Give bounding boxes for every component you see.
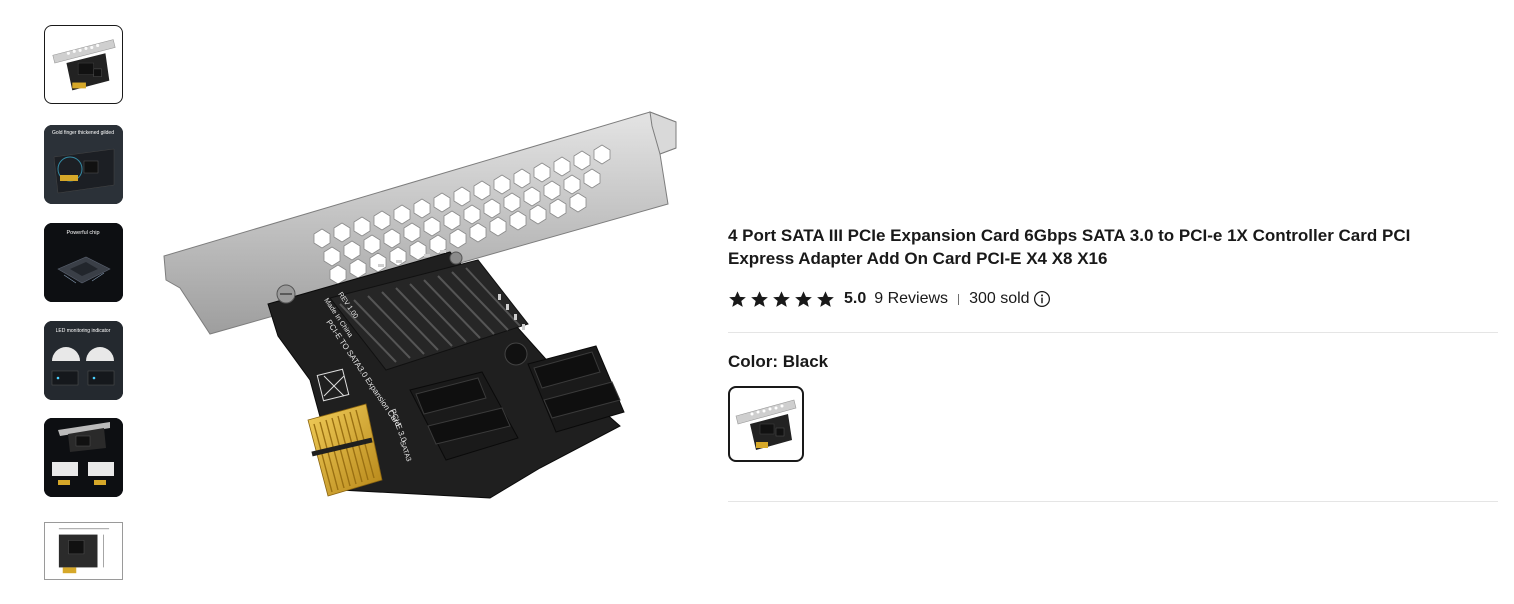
divider [728, 501, 1498, 502]
rating-row: 5.0 9 Reviews 300 sold [728, 288, 1051, 310]
color-swatch-black[interactable] [728, 386, 804, 462]
dimension-diagram-thumbnail-icon [45, 523, 122, 579]
star-icon [729, 290, 746, 307]
color-label: Color: Black [728, 352, 829, 371]
star-rating [728, 290, 835, 309]
separator [958, 293, 960, 305]
chip-thumbnail-icon: Powerful chip [44, 223, 123, 302]
led-indicator-thumbnail-icon: LED monitoring indicator [44, 321, 123, 400]
thumbnail-caption: Gold finger thickened gilded [52, 130, 114, 136]
sata-pcie-card-photo-icon: REV 1.00 Made In China PCI-E TO SATA3.0 … [163, 111, 677, 499]
product-title: 4 Port SATA III PCIe Expansion Card 6Gbp… [728, 226, 1411, 268]
reviews-link[interactable]: 9 Reviews [874, 290, 948, 308]
star-icon [795, 290, 812, 307]
star-icon [817, 290, 834, 307]
thumbnail-4[interactable]: LED monitoring indicator [44, 321, 123, 400]
thumbnail-1[interactable] [44, 25, 123, 104]
thumbnail-2[interactable]: Gold finger thickened gilded [44, 125, 123, 204]
black-variant-thumbnail-icon [735, 399, 797, 450]
rating-value: 5.0 [844, 290, 867, 307]
thumbnail-5[interactable] [44, 418, 123, 497]
thumbnail-3[interactable]: Powerful chip [44, 223, 123, 302]
divider [728, 332, 1498, 333]
product-card-thumbnail-icon [52, 39, 116, 91]
sold-count: 300 sold [969, 290, 1030, 307]
gold-finger-thumbnail-icon: Gold finger thickened gilded [44, 125, 123, 204]
star-icon [773, 290, 790, 307]
thumbnail-caption: LED monitoring indicator [56, 328, 111, 334]
thumbnail-caption: Powerful chip [66, 230, 99, 236]
card-variants-thumbnail-icon [44, 418, 123, 497]
star-icon [751, 290, 768, 307]
info-icon[interactable] [1033, 290, 1051, 308]
main-product-image[interactable]: REV 1.00 Made In China PCI-E TO SATA3.0 … [160, 108, 684, 502]
thumbnail-6[interactable] [44, 522, 123, 580]
